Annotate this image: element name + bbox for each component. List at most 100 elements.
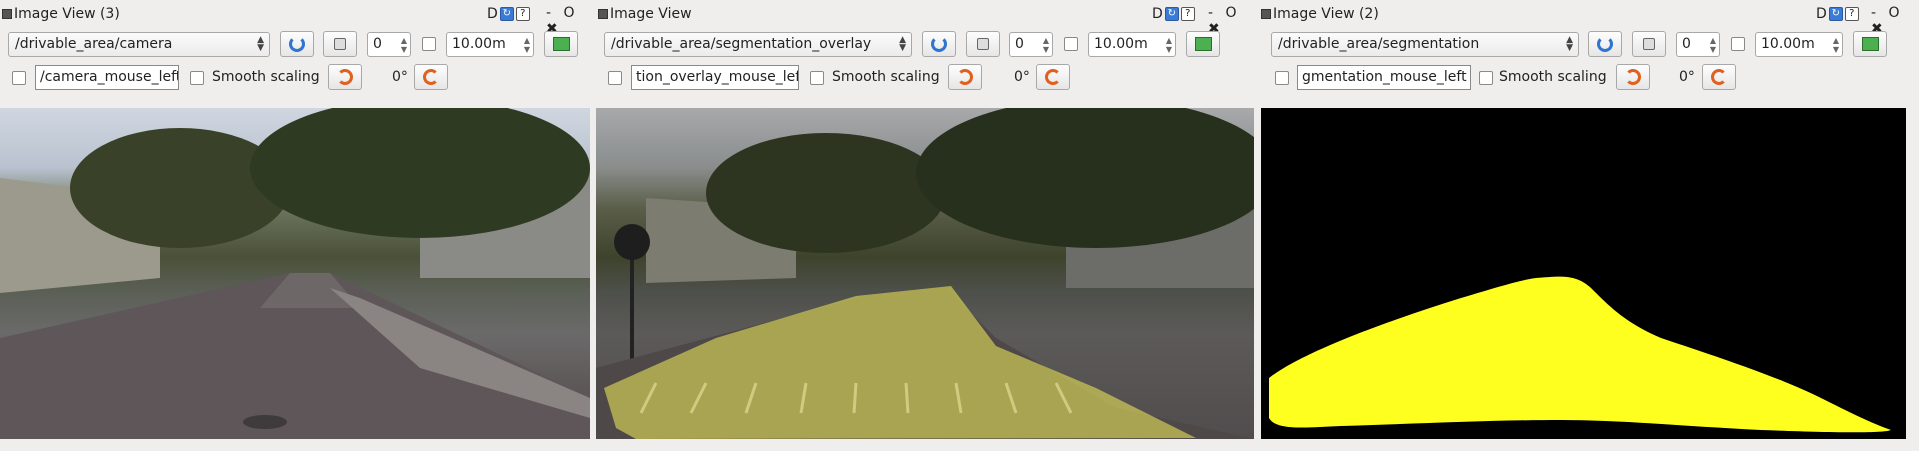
topic-select-value: /drivable_area/segmentation: [1278, 36, 1480, 52]
refresh-icon: [289, 36, 305, 52]
title-bar[interactable]: Image View (2) D ↻ ? - O ✖: [1259, 0, 1919, 37]
frame-spinbox[interactable]: 0 ▲ ▼: [1009, 32, 1053, 57]
title-bar[interactable]: Image View (3) D ↻ ? - O ✖: [0, 0, 594, 37]
refresh-icon: [1597, 36, 1613, 52]
rotate-left-button[interactable]: [1616, 64, 1650, 90]
camera-image[interactable]: [0, 108, 590, 439]
help-button[interactable]: ?: [1844, 7, 1859, 21]
topic-select-value: /drivable_area/camera: [15, 36, 173, 52]
zoom-spinbox[interactable]: 10.00m ▲ ▼: [1088, 32, 1176, 57]
rotate-right-icon: [1045, 69, 1061, 85]
frame-spinbox[interactable]: 0 ▲ ▼: [367, 32, 411, 57]
rotate-right-button[interactable]: [1036, 64, 1070, 90]
reload-icon[interactable]: ↻: [499, 7, 514, 21]
toolbar-row-1: /drivable_area/segmentation_overlay ▲ ▼ 0…: [596, 30, 1256, 60]
stop-icon: [977, 38, 989, 50]
refresh-button[interactable]: [922, 31, 956, 57]
spin-arrows-icon[interactable]: ▲ ▼: [1166, 36, 1172, 54]
smooth-scaling-label: Smooth scaling: [832, 69, 940, 85]
frame-spinbox[interactable]: 0 ▲ ▼: [1676, 32, 1720, 57]
image-view-panel-2: Image View (2) D ↻ ? - O ✖ /drivable_are…: [1259, 0, 1919, 451]
smooth-scaling-checkbox[interactable]: [1479, 71, 1493, 85]
refresh-button[interactable]: [1588, 31, 1622, 57]
smooth-scaling-label: Smooth scaling: [1499, 69, 1607, 85]
segmentation-image[interactable]: [1261, 108, 1906, 439]
save-button[interactable]: [544, 31, 578, 57]
frame-value: 0: [1682, 36, 1691, 52]
mouse-topic-input[interactable]: tion_overlay_mouse_left: [631, 65, 799, 90]
smooth-scaling-checkbox[interactable]: [810, 71, 824, 85]
stop-button[interactable]: [966, 31, 1000, 57]
dock-button[interactable]: D: [1152, 6, 1163, 22]
chevron-down-icon: ▲ ▼: [899, 35, 906, 53]
mouse-publish-checkbox[interactable]: [608, 71, 622, 85]
mouse-publish-checkbox[interactable]: [1275, 71, 1289, 85]
rotate-right-icon: [423, 69, 439, 85]
toolbar-row-2: /camera_mouse_left Smooth scaling 0°: [0, 63, 594, 93]
spin-arrows-icon[interactable]: ▲ ▼: [1043, 36, 1049, 54]
frame-value: 0: [1015, 36, 1024, 52]
toolbar-row-2: tion_overlay_mouse_left Smooth scaling 0…: [596, 63, 1256, 93]
help-button[interactable]: ?: [1180, 7, 1195, 21]
chevron-down-icon: ▲ ▼: [1566, 35, 1573, 53]
rotation-label: 0°: [392, 69, 408, 85]
rotate-right-button[interactable]: [414, 64, 448, 90]
title-buttons: D ↻ ?: [1816, 5, 1859, 23]
spin-arrows-icon[interactable]: ▲ ▼: [401, 36, 407, 54]
title-bar[interactable]: Image View D ↻ ? - O ✖: [596, 0, 1256, 37]
help-button[interactable]: ?: [515, 7, 530, 21]
topic-select[interactable]: /drivable_area/segmentation ▲ ▼: [1271, 32, 1579, 57]
segmentation-mask: [1269, 276, 1891, 433]
stop-icon: [1643, 38, 1655, 50]
stop-icon: [334, 38, 346, 50]
save-icon: [552, 37, 570, 51]
rotation-label: 0°: [1679, 69, 1695, 85]
dock-button[interactable]: D: [487, 6, 498, 22]
window-icon: [598, 9, 608, 19]
rotate-right-button[interactable]: [1702, 64, 1736, 90]
reload-icon[interactable]: ↻: [1828, 7, 1843, 21]
window-title: Image View: [610, 6, 692, 22]
spin-arrows-icon[interactable]: ▲ ▼: [1710, 36, 1716, 54]
dock-button[interactable]: D: [1816, 6, 1827, 22]
mouse-topic-input[interactable]: gmentation_mouse_left: [1297, 65, 1471, 90]
rotate-left-icon: [337, 69, 353, 85]
spin-arrows-icon[interactable]: ▲ ▼: [1833, 36, 1839, 54]
image-view-panel-3: Image View (3) D ↻ ? - O ✖ /drivable_are…: [0, 0, 594, 451]
zoom-spinbox[interactable]: 10.00m ▲ ▼: [446, 32, 534, 57]
topic-select[interactable]: /drivable_area/camera ▲ ▼: [8, 32, 270, 57]
mouse-publish-checkbox[interactable]: [12, 71, 26, 85]
window-title: Image View (2): [1273, 6, 1379, 22]
stop-button[interactable]: [1632, 31, 1666, 57]
zoom-spinbox[interactable]: 10.00m ▲ ▼: [1755, 32, 1843, 57]
chevron-down-icon: ▲ ▼: [257, 35, 264, 53]
zoom-checkbox[interactable]: [422, 37, 436, 51]
rotate-left-icon: [957, 69, 973, 85]
reload-icon[interactable]: ↻: [1164, 7, 1179, 21]
zoom-checkbox[interactable]: [1731, 37, 1745, 51]
window-icon: [2, 9, 12, 19]
save-button[interactable]: [1853, 31, 1887, 57]
drivable-area-mask: [1269, 276, 1891, 433]
stop-button[interactable]: [323, 31, 357, 57]
save-icon: [1194, 37, 1212, 51]
refresh-icon: [931, 36, 947, 52]
rotate-left-button[interactable]: [328, 64, 362, 90]
zoom-value: 10.00m: [1094, 36, 1148, 52]
rotate-left-button[interactable]: [948, 64, 982, 90]
smooth-scaling-checkbox[interactable]: [190, 71, 204, 85]
zoom-checkbox[interactable]: [1064, 37, 1078, 51]
image-view-panel: Image View D ↻ ? - O ✖ /drivable_area/se…: [596, 0, 1256, 451]
drivable-area-overlay: [604, 286, 1196, 439]
spin-arrows-icon[interactable]: ▲ ▼: [524, 36, 530, 54]
window-title: Image View (3): [14, 6, 120, 22]
mouse-topic-input[interactable]: /camera_mouse_left: [35, 65, 179, 90]
rotate-left-icon: [1625, 69, 1641, 85]
save-icon: [1861, 37, 1879, 51]
refresh-button[interactable]: [280, 31, 314, 57]
topic-select[interactable]: /drivable_area/segmentation_overlay ▲ ▼: [604, 32, 912, 57]
save-button[interactable]: [1186, 31, 1220, 57]
zoom-value: 10.00m: [452, 36, 506, 52]
segmentation-overlay-image[interactable]: [596, 108, 1254, 439]
overlay-scene: [596, 108, 1254, 439]
